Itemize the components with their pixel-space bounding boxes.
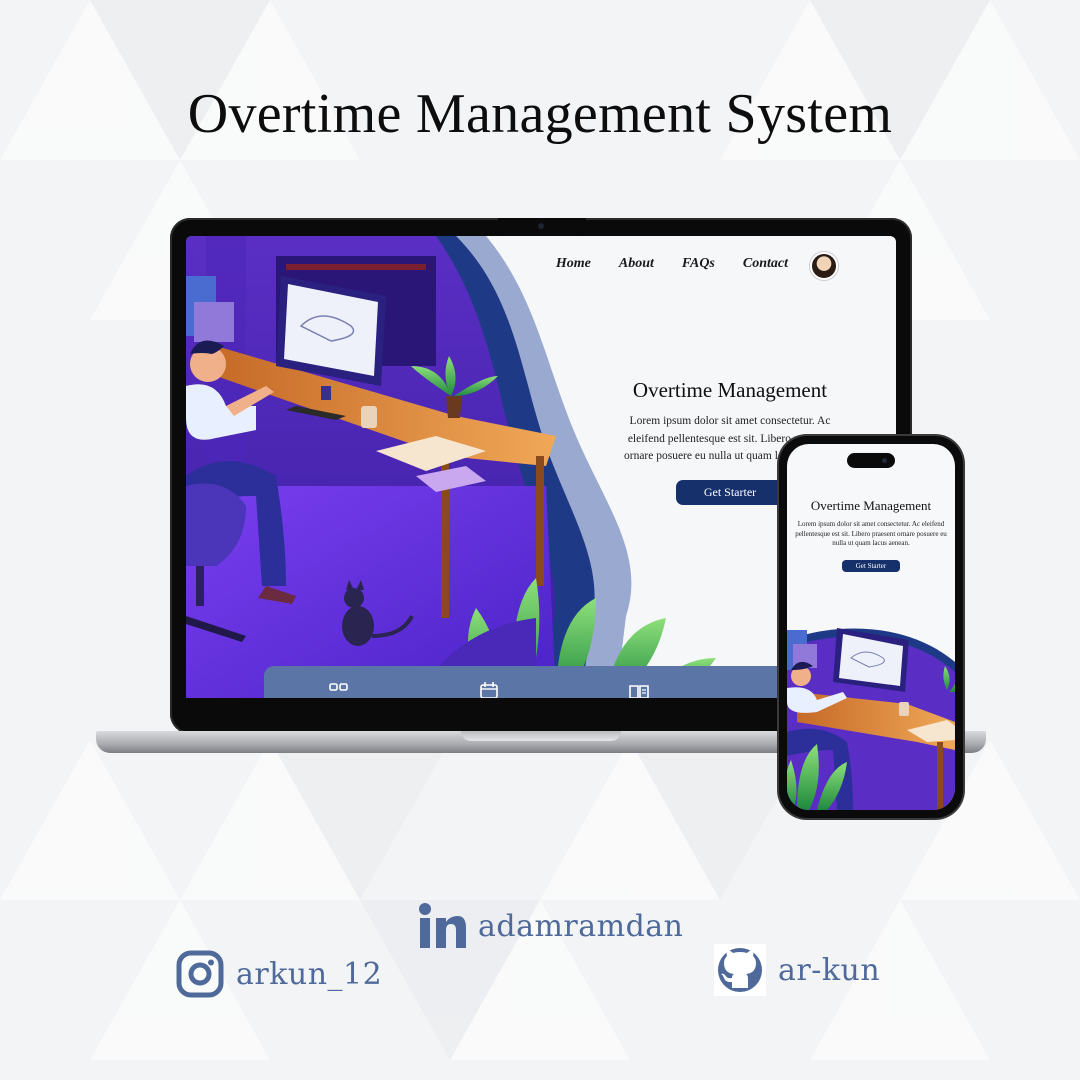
avatar[interactable]: [810, 252, 838, 280]
phone-get-started-button[interactable]: Get Starter: [841, 559, 901, 572]
dashboard-icon[interactable]: [329, 682, 349, 698]
camera-icon: [538, 223, 544, 229]
linkedin-icon: [419, 903, 466, 948]
laptop-notch: [498, 218, 586, 234]
github-icon-box: [714, 944, 766, 996]
nav-contact[interactable]: Contact: [743, 256, 788, 272]
camera-icon: [882, 458, 887, 463]
phone-dynamic-island: [847, 453, 895, 468]
get-started-button[interactable]: Get Starter: [675, 479, 785, 505]
phone-hero-title: Overtime Management: [810, 498, 932, 513]
bottom-tab-bar: [264, 666, 864, 698]
main-nav: Home About FAQs Contact: [556, 256, 840, 272]
calendar-icon[interactable]: [479, 682, 499, 698]
social-instagram[interactable]: arkun_12: [176, 950, 382, 998]
laptop-base-notch: [461, 731, 621, 741]
instagram-handle: arkun_12: [236, 956, 383, 992]
linkedin-handle: adamramdan: [478, 908, 684, 944]
phone-screen: Overtime Management Lorem ipsum dolor si…: [787, 444, 955, 810]
phone-hero-description: Lorem ipsum dolor sit amet consectetur. …: [795, 520, 947, 547]
book-icon[interactable]: [629, 682, 649, 698]
hero-title: Overtime Management: [632, 378, 828, 402]
phone-mockup: Overtime Management Lorem ipsum dolor si…: [779, 436, 963, 818]
social-linkedin[interactable]: adamramdan: [418, 902, 684, 950]
github-icon: [718, 948, 762, 992]
instagram-icon: [176, 950, 224, 998]
github-handle: ar-kun: [778, 952, 881, 988]
nav-about[interactable]: About: [619, 256, 654, 272]
phone-hero-section: Overtime Management Lorem ipsum dolor si…: [795, 498, 947, 573]
social-github[interactable]: ar-kun: [714, 944, 880, 996]
nav-home[interactable]: Home: [556, 256, 591, 272]
nav-faqs[interactable]: FAQs: [682, 256, 715, 272]
phone-hero-illustration: [787, 628, 955, 810]
